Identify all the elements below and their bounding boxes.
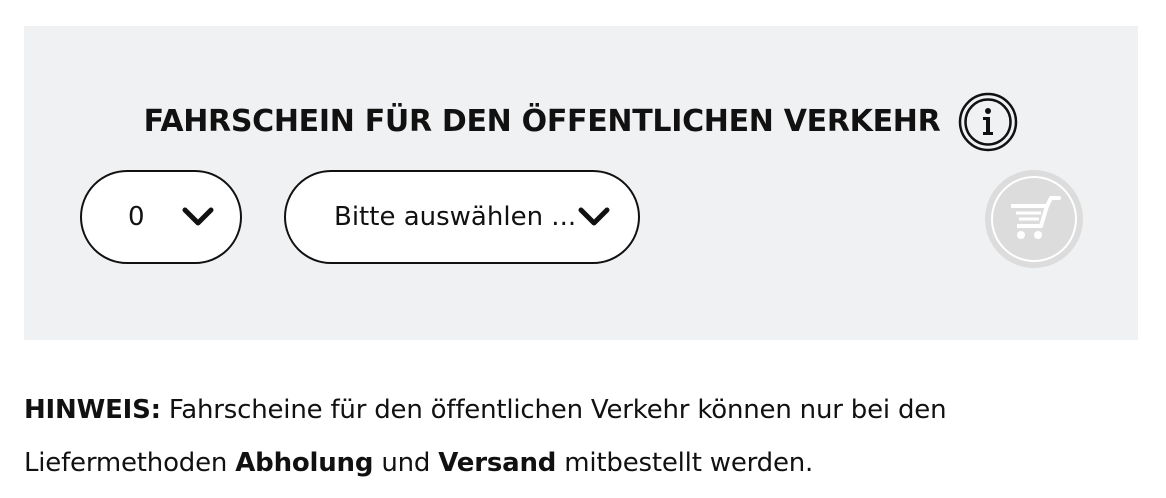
info-icon[interactable] [958, 92, 1018, 152]
add-to-cart-button[interactable] [985, 170, 1083, 268]
chevron-down-icon [182, 207, 214, 226]
note-text-3: mitbestellt werden. [556, 448, 814, 478]
note-text-2: und [373, 448, 439, 478]
cart-icon [1011, 196, 1061, 239]
chevron-down-icon [578, 207, 610, 226]
ticket-panel: FAHRSCHEIN FÜR DEN ÖFFENTLICHEN VERKEHR … [24, 26, 1138, 340]
panel-title: FAHRSCHEIN FÜR DEN ÖFFENTLICHEN VERKEHR [143, 104, 941, 139]
ticket-type-value: Bitte auswählen ... [334, 202, 577, 232]
note-label: HINWEIS: [24, 395, 161, 425]
quantity-select[interactable]: 0 [80, 170, 242, 264]
delivery-method-shipping: Versand [438, 448, 557, 478]
quantity-value: 0 [128, 202, 145, 232]
ticket-type-select[interactable]: Bitte auswählen ... [284, 170, 640, 264]
title-row: FAHRSCHEIN FÜR DEN ÖFFENTLICHEN VERKEHR [24, 92, 1138, 152]
delivery-method-pickup: Abholung [235, 448, 374, 478]
delivery-note: HINWEIS: Fahrscheine für den öffentliche… [24, 384, 1134, 490]
